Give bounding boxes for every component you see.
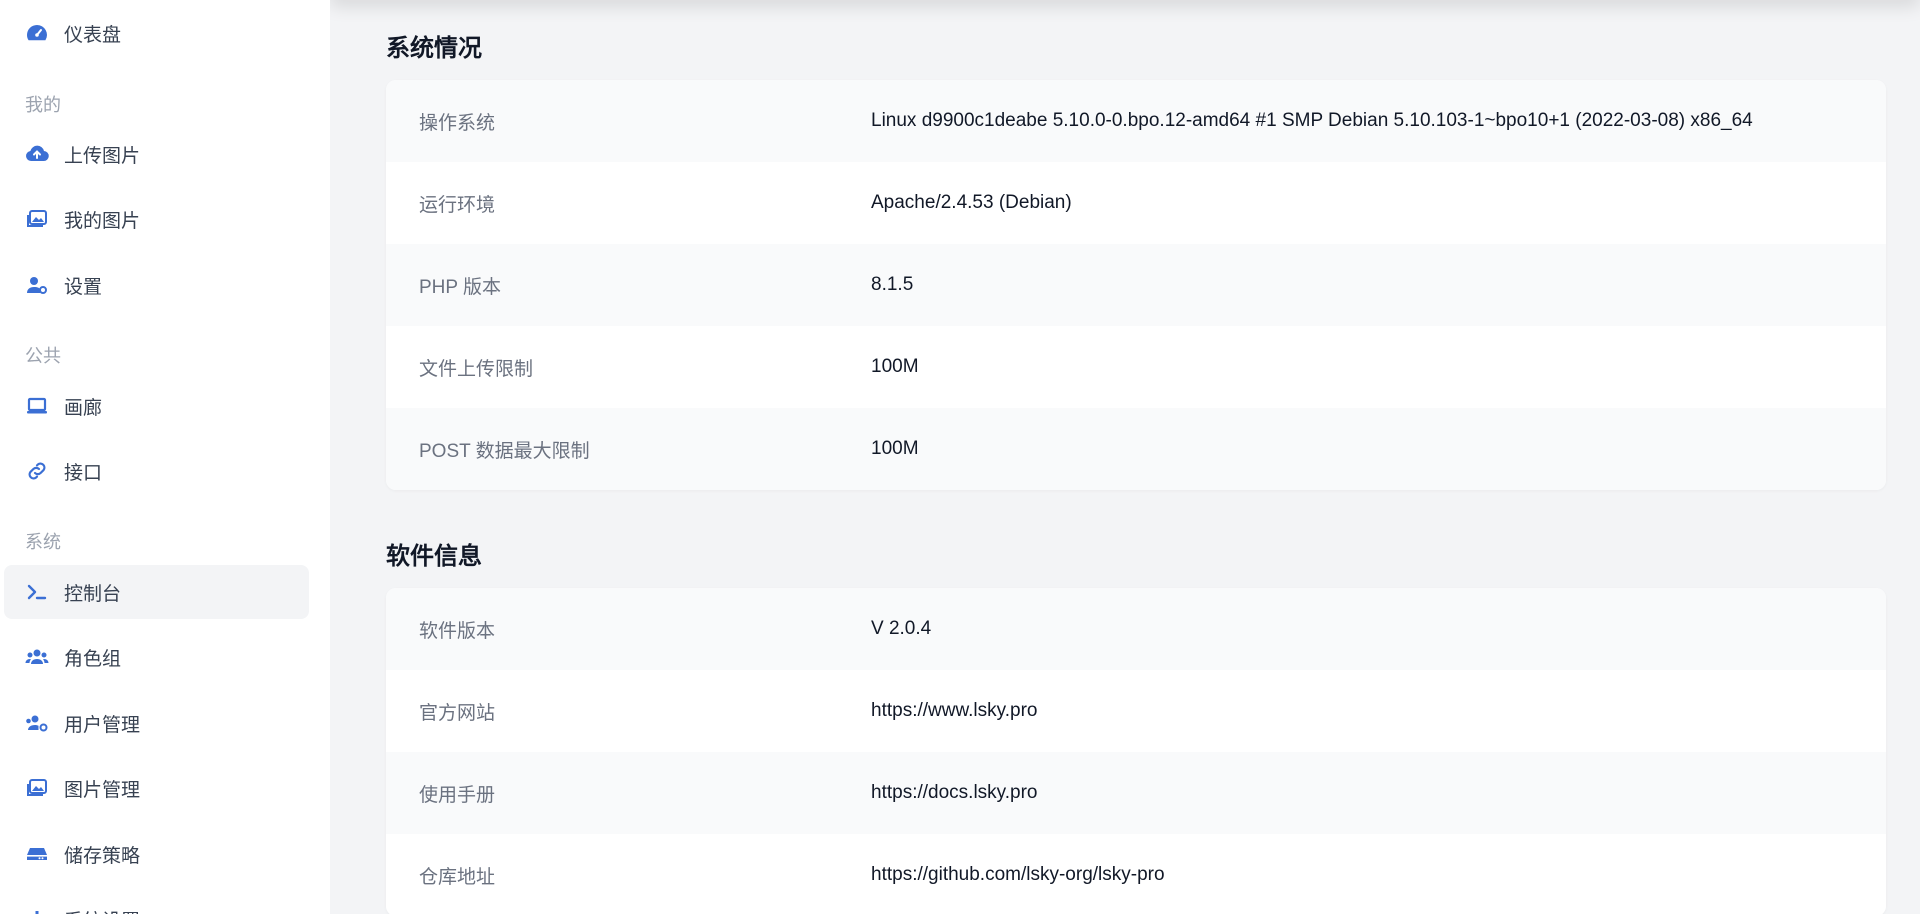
sidebar-item-settings[interactable]: 设置 <box>4 258 309 312</box>
sidebar-item-label: 接口 <box>64 462 103 484</box>
sidebar-item-console[interactable]: 控制台 <box>4 565 309 619</box>
sidebar-item-my-images[interactable]: 我的图片 <box>4 192 309 246</box>
sidebar-section-mine: 我的 <box>25 95 61 115</box>
dashboard-icon <box>24 20 50 46</box>
sidebar-item-label: 系统设置 <box>64 906 140 914</box>
row-key: PHP 版本 <box>419 276 502 298</box>
laptop-icon <box>24 393 50 419</box>
row-value: 100M <box>871 356 919 377</box>
table-row: 操作系统 Linux d9900c1deabe 5.10.0-0.bpo.12-… <box>386 80 1886 162</box>
row-key: 文件上传限制 <box>419 358 534 380</box>
users-icon <box>24 644 50 670</box>
sidebar-item-label: 用户管理 <box>64 714 141 736</box>
software-info-title: 软件信息 <box>386 543 482 570</box>
table-row: POST 数据最大限制 100M <box>386 408 1886 490</box>
sidebar-item-label: 仪表盘 <box>64 24 122 46</box>
row-value: V 2.0.4 <box>871 618 932 639</box>
sidebar-section-public: 公共 <box>25 346 61 366</box>
cloud-upload-icon <box>24 141 50 167</box>
sidebar-item-label: 我的图片 <box>64 210 141 232</box>
sidebar-item-label: 图片管理 <box>64 779 141 801</box>
terminal-icon <box>24 579 50 605</box>
official-website-link[interactable]: https://www.lsky.pro <box>871 700 1886 722</box>
repository-link[interactable]: https://github.com/lsky-org/lsky-pro <box>871 864 1886 886</box>
sidebar-section-system: 系统 <box>25 532 61 552</box>
sidebar-item-system-settings[interactable]: 系统设置 <box>4 892 309 914</box>
main-content: 系统情况 操作系统 Linux d9900c1deabe 5.10.0-0.bp… <box>330 0 1920 914</box>
table-row: 使用手册 https://docs.lsky.pro <box>386 752 1886 834</box>
row-value: 100M <box>871 438 919 459</box>
row-key: 软件版本 <box>419 620 496 642</box>
sidebar-item-roles[interactable]: 角色组 <box>4 630 309 684</box>
table-row: 软件版本 V 2.0.4 <box>386 588 1886 670</box>
row-key: 仓库地址 <box>419 866 496 888</box>
row-value: 8.1.5 <box>871 274 914 295</box>
sidebar-item-label: 上传图片 <box>64 145 141 167</box>
row-value: Linux d9900c1deabe 5.10.0-0.bpo.12-amd64… <box>871 110 1753 131</box>
table-row: PHP 版本 8.1.5 <box>386 244 1886 326</box>
link-icon <box>24 458 50 484</box>
images-icon <box>24 206 50 232</box>
table-row: 仓库地址 https://github.com/lsky-org/lsky-pr… <box>386 834 1886 914</box>
users-gear-icon <box>24 710 50 736</box>
system-status-card: 操作系统 Linux d9900c1deabe 5.10.0-0.bpo.12-… <box>386 80 1886 490</box>
user-gear-icon <box>24 272 50 298</box>
sliders-icon <box>24 906 50 914</box>
sidebar-item-api[interactable]: 接口 <box>4 444 309 498</box>
sidebar-item-storage[interactable]: 储存策略 <box>4 827 309 881</box>
sidebar-item-user-management[interactable]: 用户管理 <box>4 696 309 750</box>
sidebar-item-dashboard[interactable]: 仪表盘 <box>4 6 309 60</box>
docs-link[interactable]: https://docs.lsky.pro <box>871 782 1886 804</box>
table-row: 文件上传限制 100M <box>386 326 1886 408</box>
sidebar-item-label: 设置 <box>64 276 103 298</box>
system-status-title: 系统情况 <box>386 35 482 62</box>
row-key: 使用手册 <box>419 784 496 806</box>
sidebar-item-label: 控制台 <box>64 583 122 605</box>
row-key: 官方网站 <box>419 702 496 724</box>
sidebar-item-image-management[interactable]: 图片管理 <box>4 761 309 815</box>
sidebar-item-label: 画廊 <box>64 397 103 419</box>
sidebar-item-gallery[interactable]: 画廊 <box>4 379 309 433</box>
row-value: Apache/2.4.53 (Debian) <box>871 192 1072 213</box>
table-row: 运行环境 Apache/2.4.53 (Debian) <box>386 162 1886 244</box>
sidebar-item-label: 角色组 <box>64 648 122 670</box>
row-key: 运行环境 <box>419 194 496 216</box>
sidebar-item-label: 储存策略 <box>64 845 141 867</box>
hard-drive-icon <box>24 841 50 867</box>
sidebar-item-upload[interactable]: 上传图片 <box>4 127 309 181</box>
row-key: POST 数据最大限制 <box>419 440 590 462</box>
software-info-card: 软件版本 V 2.0.4 官方网站 https://www.lsky.pro 使… <box>386 588 1886 914</box>
table-row: 官方网站 https://www.lsky.pro <box>386 670 1886 752</box>
images-icon <box>24 775 50 801</box>
sidebar: 仪表盘 我的 上传图片 我的图片 设置 公共 画廊 接口 系统 控制台 角色组 … <box>0 0 330 914</box>
row-key: 操作系统 <box>419 112 496 134</box>
